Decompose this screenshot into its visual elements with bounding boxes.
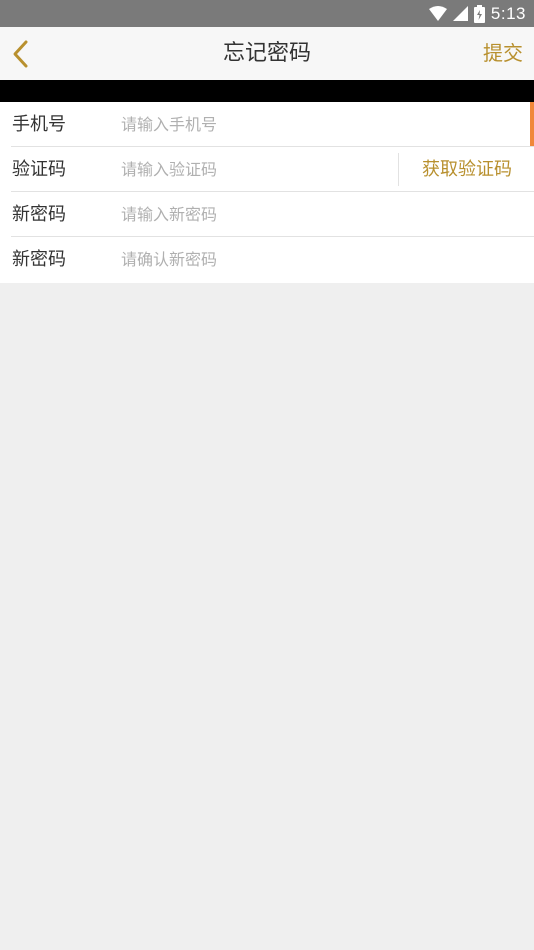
phone-input[interactable]: 请输入手机号 — [121, 102, 217, 147]
new-password-input[interactable]: 请输入新密码 — [121, 192, 217, 237]
status-icons: 5:13 — [428, 0, 526, 27]
phone-row: 手机号 请输入手机号 — [0, 102, 534, 147]
confirm-password-label: 新密码 — [12, 249, 66, 270]
page-title: 忘记密码 — [222, 41, 311, 66]
nav-bar: 忘记密码 提交 — [0, 27, 534, 80]
get-code-button[interactable]: 获取验证码 — [400, 147, 534, 192]
new-password-row: 新密码 请输入新密码 — [0, 192, 534, 237]
code-label: 验证码 — [12, 159, 66, 180]
battery-icon — [473, 4, 485, 23]
phone-label: 手机号 — [12, 114, 66, 135]
new-password-label: 新密码 — [12, 204, 66, 225]
forgot-password-form: 手机号 请输入手机号 验证码 请输入验证码 获取验证码 新密码 请输入新密码 新… — [0, 102, 534, 283]
code-input[interactable]: 请输入验证码 — [121, 147, 217, 192]
submit-button[interactable]: 提交 — [483, 27, 523, 80]
status-bar: 5:13 — [0, 0, 534, 27]
confirm-password-row: 新密码 请确认新密码 — [0, 237, 534, 282]
header-divider-bar — [0, 80, 534, 102]
wifi-icon — [428, 5, 447, 21]
focus-indicator — [530, 102, 534, 147]
status-time: 5:13 — [490, 3, 526, 23]
signal-icon — [452, 5, 468, 21]
code-row: 验证码 请输入验证码 获取验证码 — [0, 147, 534, 192]
confirm-password-input[interactable]: 请确认新密码 — [121, 237, 217, 282]
